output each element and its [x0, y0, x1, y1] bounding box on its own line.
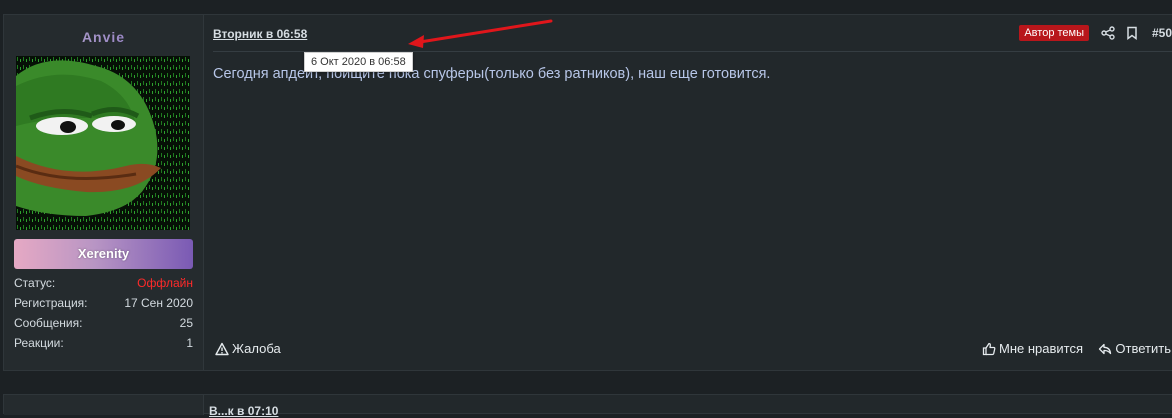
next-forum-post — [3, 394, 1172, 415]
user-stats: Статус: Оффлайн Регистрация: 17 Сен 2020… — [14, 274, 193, 354]
author-badge: Автор темы — [1019, 25, 1089, 41]
post-number[interactable]: #50 — [1152, 26, 1172, 40]
like-label: Мне нравится — [998, 341, 1083, 356]
warning-icon — [215, 342, 229, 355]
post-main: Вторник в 06:58 Автор темы #50 Сегодня а… — [204, 15, 1172, 370]
stat-value: 17 Сен 2020 — [124, 296, 193, 310]
stat-label: Реакции: — [14, 336, 64, 350]
user-info-panel: Anvie Xerenity Статус: Оффлайн Регистрац… — [4, 15, 204, 370]
thumbs-up-icon — [982, 342, 996, 355]
stat-label: Сообщения: — [14, 316, 83, 330]
next-post-date-link[interactable]: В...к в 07:10 — [209, 404, 278, 418]
stat-reactions: Реакции: 1 — [14, 334, 193, 354]
stat-value: Оффлайн — [137, 276, 193, 290]
avatar[interactable] — [16, 56, 190, 230]
username[interactable]: Anvie — [4, 29, 203, 45]
reply-label: Ответить — [1115, 341, 1171, 356]
forum-post: Anvie Xerenity Статус: Оффлайн Регистрац… — [3, 14, 1172, 371]
share-icon[interactable] — [1101, 26, 1115, 40]
report-label: Жалоба — [232, 341, 281, 356]
stat-value: 25 — [179, 316, 193, 330]
stat-status: Статус: Оффлайн — [14, 274, 193, 294]
stat-registration: Регистрация: 17 Сен 2020 — [14, 294, 193, 314]
like-button[interactable]: Мне нравится — [982, 341, 1083, 356]
stat-label: Статус: — [14, 276, 56, 290]
stat-messages: Сообщения: 25 — [14, 314, 193, 334]
date-tooltip: 6 Окт 2020 в 06:58 — [304, 52, 413, 72]
reply-button[interactable]: Ответить — [1098, 341, 1171, 356]
post-message: Сегодня апдейт, поищите пока спуферы(тол… — [213, 66, 771, 82]
report-button[interactable]: Жалоба — [215, 341, 281, 356]
stat-value: 1 — [186, 336, 193, 350]
stat-label: Регистрация: — [14, 296, 88, 310]
user-title-banner: Xerenity — [14, 239, 193, 269]
reply-icon — [1099, 343, 1112, 354]
next-user-info-panel — [4, 395, 204, 415]
post-date-link[interactable]: Вторник в 06:58 — [213, 27, 307, 41]
avatar-image — [16, 56, 190, 230]
bookmark-icon[interactable] — [1125, 26, 1139, 40]
